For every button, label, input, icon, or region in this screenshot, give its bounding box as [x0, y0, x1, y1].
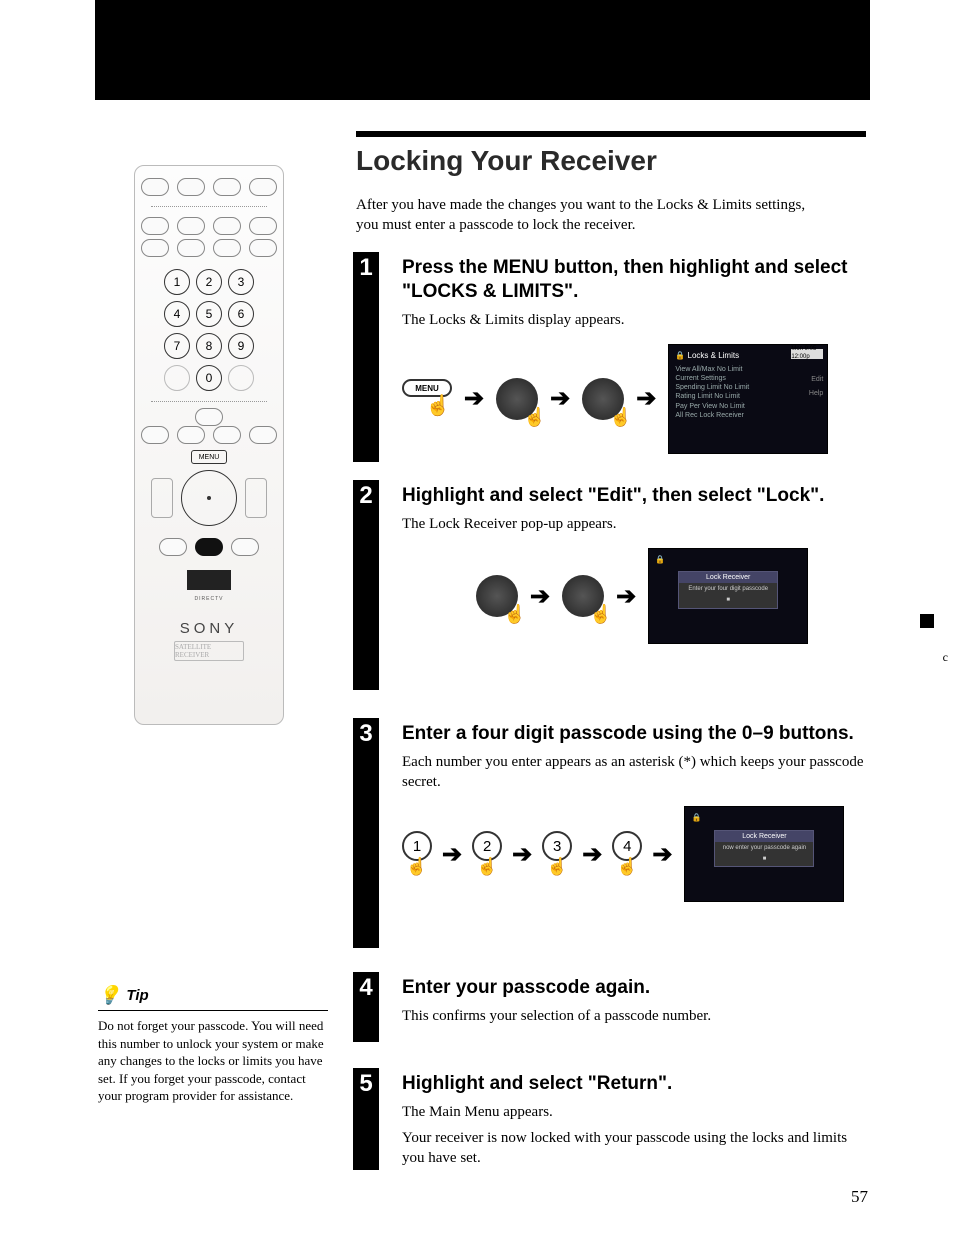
remote-numpad: 1 2 3 4 5 6 7 8 9 0	[164, 269, 254, 391]
page-title: Locking Your Receiver	[356, 145, 657, 177]
dpad-press-icon: ☝	[582, 378, 624, 420]
num-5: 5	[196, 301, 222, 327]
digit-3-press: 3☝	[542, 831, 572, 877]
page-number: 57	[851, 1187, 868, 1207]
lightbulb-icon: 💡	[98, 985, 120, 1006]
step-1-body: The Locks & Limits display appears.	[402, 310, 866, 330]
step-3-body: Each number you enter appears as an aste…	[402, 752, 866, 793]
heading-rule	[356, 131, 866, 137]
step-4-body: This confirms your selection of a passco…	[402, 1006, 866, 1026]
num-2: 2	[196, 269, 222, 295]
step-1-diagram: MENU ☝ ➔ ☝ ➔ ☝ ➔ 🔒 Locks & Limits Mon 9:…	[402, 344, 866, 454]
step-number-3: 3	[353, 718, 379, 948]
step-number-2: 2	[353, 480, 379, 690]
arrow-icon: ➔	[550, 384, 570, 413]
menu-press-icon: MENU ☝	[402, 379, 452, 418]
step-number-5: 5	[353, 1068, 379, 1170]
step-2: 2 Highlight and select "Edit", then sele…	[356, 480, 866, 644]
locks-limits-screen: 🔒 Locks & Limits Mon 9:05 12:00p View Al…	[668, 344, 828, 454]
arrow-icon: ➔	[636, 384, 656, 413]
remote-menu-button: MENU	[191, 450, 227, 464]
step-5: 5 Highlight and select "Return". The Mai…	[356, 1068, 866, 1169]
digit-1-press: 1☝	[402, 831, 432, 877]
arrow-icon: ➔	[512, 840, 532, 869]
num-6: 6	[228, 301, 254, 327]
lock-receiver-screen: 🔒 Lock Receiver Enter your four digit pa…	[648, 548, 808, 644]
top-black-banner	[95, 0, 870, 100]
directv-label: DIRECTV	[195, 596, 224, 602]
num-3: 3	[228, 269, 254, 295]
arrow-icon: ➔	[616, 582, 636, 611]
num-9: 9	[228, 333, 254, 359]
dpad-press-icon: ☝	[562, 575, 604, 617]
num-0: 0	[196, 365, 222, 391]
step-1: 1 Press the MENU button, then highlight …	[356, 252, 866, 454]
dpad-press-icon: ☝	[476, 575, 518, 617]
digit-4-press: 4☝	[612, 831, 642, 877]
step-2-body: The Lock Receiver pop-up appears.	[402, 514, 866, 534]
arrow-icon: ➔	[442, 840, 462, 869]
passcode-again-screen: 🔒 Lock Receiver now enter your passcode …	[684, 806, 844, 902]
num-8: 8	[196, 333, 222, 359]
hand-icon: ☝	[426, 393, 451, 418]
screen-opt-help: Help	[809, 389, 823, 398]
tip-label: Tip	[126, 987, 148, 1004]
step-4-title: Enter your passcode again.	[402, 976, 866, 1000]
step-2-diagram: ☝ ➔ ☝ ➔ 🔒 Lock Receiver Enter your four …	[476, 548, 866, 644]
num-1: 1	[164, 269, 190, 295]
intro-paragraph: After you have made the changes you want…	[356, 195, 826, 236]
step-number-4: 4	[353, 972, 379, 1042]
num-7: 7	[164, 333, 190, 359]
step-4: 4 Enter your passcode again. This confir…	[356, 972, 866, 1026]
screen-opt-edit: Edit	[811, 375, 823, 384]
tip-text: Do not forget your passcode. You will ne…	[98, 1017, 328, 1105]
sony-sublabel: SATELLITE RECEIVER	[174, 641, 244, 661]
arrow-icon: ➔	[582, 840, 602, 869]
remote-control-illustration: 1 2 3 4 5 6 7 8 9 0 MENU DIRECTV SONY SA…	[134, 165, 284, 725]
sony-brand: SONY	[180, 620, 239, 637]
step-2-title: Highlight and select "Edit", then select…	[402, 484, 866, 508]
arrow-icon: ➔	[530, 582, 550, 611]
step-5-body2: Your receiver is now locked with your pa…	[402, 1128, 866, 1169]
arrow-icon: ➔	[464, 384, 484, 413]
arrow-icon: ➔	[652, 840, 672, 869]
num-blank-r	[228, 365, 254, 391]
step-3: 3 Enter a four digit passcode using the …	[356, 718, 866, 902]
step-5-body: The Main Menu appears.	[402, 1102, 866, 1122]
step-3-diagram: 1☝ ➔ 2☝ ➔ 3☝ ➔ 4☝ ➔ 🔒 Lock Receiver now …	[402, 806, 866, 902]
num-blank-l	[164, 365, 190, 391]
side-black-marker	[920, 614, 934, 628]
directv-logo	[187, 570, 231, 590]
digit-2-press: 2☝	[472, 831, 502, 877]
step-1-title: Press the MENU button, then highlight an…	[402, 256, 866, 304]
step-3-title: Enter a four digit passcode using the 0–…	[402, 722, 866, 746]
step-5-title: Highlight and select "Return".	[402, 1072, 866, 1096]
screen-date: Mon 9:05 12:00p	[791, 349, 823, 359]
step-number-1: 1	[353, 252, 379, 462]
remote-dpad	[181, 470, 237, 526]
side-letter: c	[943, 650, 948, 665]
num-4: 4	[164, 301, 190, 327]
dpad-press-icon: ☝	[496, 378, 538, 420]
tip-sidebar: 💡 Tip Do not forget your passcode. You w…	[98, 985, 328, 1105]
